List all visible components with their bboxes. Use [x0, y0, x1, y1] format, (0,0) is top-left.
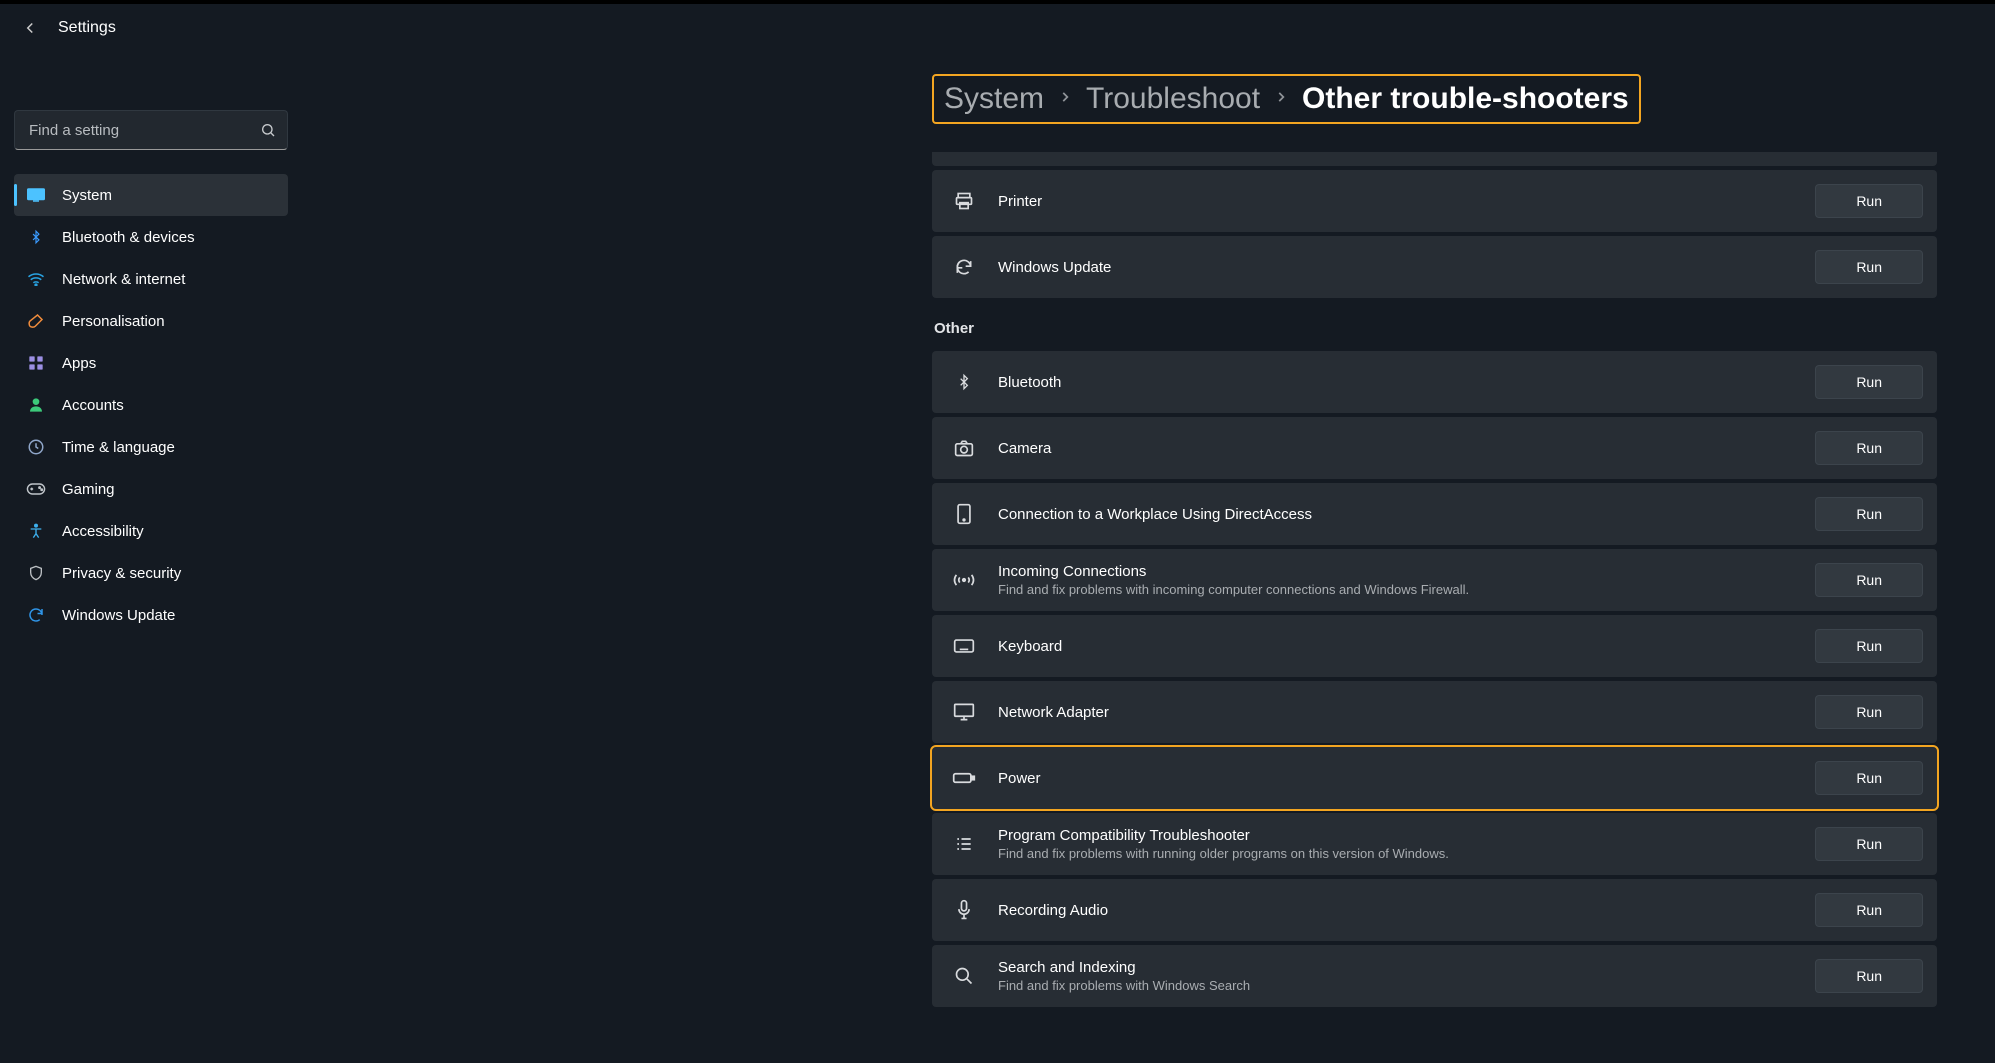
brush-icon: [26, 311, 46, 331]
sidebar-item-label: Network & internet: [62, 271, 185, 288]
troubleshooter-title: Windows Update: [998, 259, 1815, 276]
bluetooth-icon: [26, 227, 46, 247]
sidebar-item-label: Gaming: [62, 481, 115, 498]
run-button[interactable]: Run: [1815, 497, 1923, 531]
troubleshooter-row-printer: Printer Run: [932, 170, 1937, 232]
sidebar-item-apps[interactable]: Apps: [14, 342, 288, 384]
sidebar-item-label: Accounts: [62, 397, 124, 414]
search-field-wrap: [14, 110, 288, 150]
sidebar-item-privacy[interactable]: Privacy & security: [14, 552, 288, 594]
sidebar-item-personalisation[interactable]: Personalisation: [14, 300, 288, 342]
chevron-right-icon: [1274, 90, 1288, 109]
troubleshooter-row-partial: [932, 152, 1937, 166]
breadcrumb-system[interactable]: System: [944, 82, 1044, 116]
troubleshooter-title: Bluetooth: [998, 374, 1815, 391]
search-icon: [260, 122, 276, 138]
troubleshooter-row-compat: Program Compatibility Troubleshooter Fin…: [932, 813, 1937, 875]
run-button[interactable]: Run: [1815, 959, 1923, 993]
troubleshooter-row-directaccess: Connection to a Workplace Using DirectAc…: [932, 483, 1937, 545]
troubleshooter-subtitle: Find and fix problems with Windows Searc…: [998, 978, 1815, 993]
troubleshooter-subtitle: Find and fix problems with running older…: [998, 846, 1815, 861]
run-button[interactable]: Run: [1815, 184, 1923, 218]
update-icon: [952, 255, 976, 279]
printer-icon: [952, 189, 976, 213]
troubleshooter-row-power: Power Run: [932, 747, 1937, 809]
run-button[interactable]: Run: [1815, 629, 1923, 663]
camera-icon: [952, 436, 976, 460]
sidebar-item-bluetooth[interactable]: Bluetooth & devices: [14, 216, 288, 258]
troubleshooter-title: Connection to a Workplace Using DirectAc…: [998, 506, 1815, 523]
accessibility-icon: [26, 521, 46, 541]
apps-icon: [26, 353, 46, 373]
keyboard-icon: [952, 634, 976, 658]
troubleshooter-subtitle: Find and fix problems with incoming comp…: [998, 582, 1815, 597]
clock-globe-icon: [26, 437, 46, 457]
troubleshooter-title: Recording Audio: [998, 902, 1815, 919]
run-button[interactable]: Run: [1815, 250, 1923, 284]
troubleshooter-row-search-indexing: Search and Indexing Find and fix problem…: [932, 945, 1937, 1007]
sidebar-item-label: Personalisation: [62, 313, 165, 330]
troubleshooter-title: Camera: [998, 440, 1815, 457]
shield-icon: [26, 563, 46, 583]
sidebar-item-gaming[interactable]: Gaming: [14, 468, 288, 510]
gamepad-icon: [26, 479, 46, 499]
sidebar-item-network[interactable]: Network & internet: [14, 258, 288, 300]
sidebar-item-time[interactable]: Time & language: [14, 426, 288, 468]
troubleshooter-title: Printer: [998, 193, 1815, 210]
sidebar-item-label: Apps: [62, 355, 96, 372]
signal-icon: [952, 568, 976, 592]
sidebar-item-label: Bluetooth & devices: [62, 229, 195, 246]
troubleshooter-row-windows-update: Windows Update Run: [932, 236, 1937, 298]
chevron-right-icon: [1058, 90, 1072, 109]
sidebar-item-label: System: [62, 187, 112, 204]
sidebar-item-system[interactable]: System: [14, 174, 288, 216]
troubleshooter-row-recording-audio: Recording Audio Run: [932, 879, 1937, 941]
breadcrumb-troubleshoot[interactable]: Troubleshoot: [1086, 82, 1260, 116]
back-arrow-icon[interactable]: [20, 18, 40, 38]
run-button[interactable]: Run: [1815, 761, 1923, 795]
search-input[interactable]: [14, 110, 288, 150]
troubleshooter-row-incoming: Incoming Connections Find and fix proble…: [932, 549, 1937, 611]
troubleshooter-title: Search and Indexing: [998, 959, 1815, 976]
window-title: Settings: [58, 19, 116, 37]
wifi-icon: [26, 269, 46, 289]
sidebar-item-update[interactable]: Windows Update: [14, 594, 288, 636]
battery-icon: [952, 766, 976, 790]
run-button[interactable]: Run: [1815, 893, 1923, 927]
sidebar-item-accounts[interactable]: Accounts: [14, 384, 288, 426]
microphone-icon: [952, 898, 976, 922]
title-bar: Settings: [0, 0, 1995, 50]
device-icon: [952, 502, 976, 526]
troubleshooter-title: Network Adapter: [998, 704, 1815, 721]
run-button[interactable]: Run: [1815, 365, 1923, 399]
troubleshooter-title: Program Compatibility Troubleshooter: [998, 827, 1815, 844]
section-label-other: Other: [934, 320, 1937, 337]
bluetooth-icon: [952, 370, 976, 394]
sidebar-item-label: Windows Update: [62, 607, 175, 624]
troubleshooter-title: Incoming Connections: [998, 563, 1815, 580]
list-icon: [952, 832, 976, 856]
breadcrumb-current: Other trouble-shooters: [1302, 82, 1629, 116]
sidebar: System Bluetooth & devices Network & int…: [0, 50, 302, 1063]
search-icon: [952, 964, 976, 988]
system-icon: [26, 185, 46, 205]
run-button[interactable]: Run: [1815, 695, 1923, 729]
run-button[interactable]: Run: [1815, 563, 1923, 597]
sidebar-item-label: Time & language: [62, 439, 175, 456]
troubleshooter-row-keyboard: Keyboard Run: [932, 615, 1937, 677]
sidebar-item-label: Privacy & security: [62, 565, 181, 582]
troubleshooter-row-bluetooth: Bluetooth Run: [932, 351, 1937, 413]
troubleshooter-title: Power: [998, 770, 1815, 787]
update-icon: [26, 605, 46, 625]
troubleshooter-title: Keyboard: [998, 638, 1815, 655]
sidebar-item-label: Accessibility: [62, 523, 144, 540]
breadcrumb: System Troubleshoot Other trouble-shoote…: [932, 74, 1641, 124]
user-icon: [26, 395, 46, 415]
troubleshooter-row-network-adapter: Network Adapter Run: [932, 681, 1937, 743]
run-button[interactable]: Run: [1815, 827, 1923, 861]
monitor-icon: [952, 700, 976, 724]
sidebar-item-accessibility[interactable]: Accessibility: [14, 510, 288, 552]
run-button[interactable]: Run: [1815, 431, 1923, 465]
troubleshooter-row-camera: Camera Run: [932, 417, 1937, 479]
